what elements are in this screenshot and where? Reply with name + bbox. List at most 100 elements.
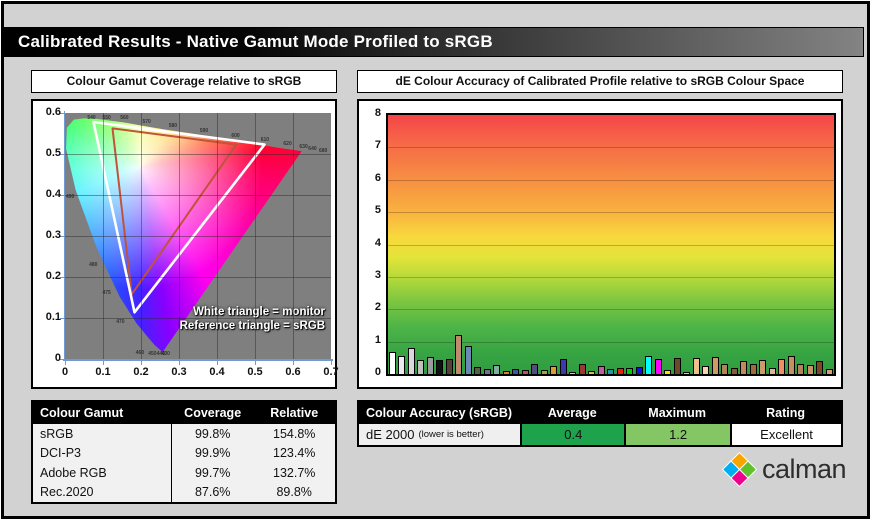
wavelength-label: 640 — [308, 146, 316, 152]
de-bar — [702, 366, 709, 374]
gamut-table-row: Rec.202087.6%89.8% — [33, 483, 335, 503]
gamut-name: Adobe RGB — [33, 463, 172, 483]
gamut-coverage-value: 99.9% — [172, 446, 254, 460]
report-window: Calibrated Results - Native Gamut Mode P… — [1, 1, 870, 519]
gamut-name: Rec.2020 — [33, 483, 172, 503]
accuracy-header-maximum: Maximum — [624, 406, 730, 420]
de-bar — [512, 369, 519, 374]
calman-logo-icon — [720, 450, 758, 488]
cie-x-tick-label: 0 — [51, 366, 79, 378]
de-bar — [731, 368, 738, 374]
de-bar — [436, 360, 443, 374]
wavelength-label: 450 — [148, 351, 156, 357]
cie-gridline — [65, 154, 331, 155]
de-bar — [664, 370, 671, 374]
de-bar — [693, 358, 700, 374]
accuracy-table-header: Colour Accuracy (sRGB) Average Maximum R… — [359, 402, 841, 424]
accuracy-rating-value: Excellent — [730, 424, 841, 445]
de-bar — [408, 348, 415, 374]
de-plot — [386, 113, 836, 376]
accuracy-average-value: 0.4 — [520, 424, 624, 445]
cie-y-axis — [64, 111, 65, 359]
de-bar — [626, 368, 633, 374]
accuracy-metric-label: dE 2000 — [366, 427, 414, 442]
cie-y-tick-label: 0.3 — [35, 229, 61, 241]
de-bar — [588, 371, 595, 374]
de-bar — [417, 360, 424, 374]
wavelength-label: 630 — [299, 144, 307, 150]
accuracy-metric-note: (lower is better) — [418, 429, 483, 440]
de-bar — [427, 357, 434, 374]
de-bar — [446, 359, 453, 374]
de-bar — [797, 364, 804, 374]
de-bar — [503, 371, 510, 374]
cie-chart: White triangle = monitor Reference trian… — [31, 99, 337, 389]
de-y-tick-label: 0 — [365, 366, 381, 378]
gamut-coverage-value: 87.6% — [172, 485, 254, 499]
cie-x-tick — [293, 361, 294, 365]
gamut-table-body: sRGB99.8%154.8%DCI-P399.9%123.4%Adobe RG… — [33, 424, 335, 502]
report-title-bar: Calibrated Results - Native Gamut Mode P… — [4, 27, 864, 57]
de-bar — [560, 359, 567, 374]
cie-y-tick-label: 0.1 — [35, 311, 61, 323]
de-bar — [389, 352, 396, 374]
wavelength-label: 570 — [142, 119, 150, 125]
gamut-relative-value: 89.8% — [253, 485, 335, 499]
accuracy-header-average: Average — [520, 406, 624, 420]
de-gridline — [388, 180, 834, 181]
de-bar — [617, 368, 624, 374]
de-bar — [598, 366, 605, 374]
wavelength-label: 590 — [200, 128, 208, 134]
report-title: Calibrated Results - Native Gamut Mode P… — [18, 32, 493, 51]
cie-x-tick — [331, 361, 332, 365]
de-bar — [769, 368, 776, 374]
cie-x-tick — [179, 361, 180, 365]
accuracy-maximum-value: 1.2 — [624, 424, 730, 445]
de-y-tick-label: 3 — [365, 269, 381, 281]
cie-x-tick-label: 0.1 — [89, 366, 117, 378]
gamut-name: sRGB — [33, 424, 172, 444]
de-bar — [484, 369, 491, 375]
cie-x-tick — [217, 361, 218, 365]
cie-x-tick-label: 0.6 — [279, 366, 307, 378]
de-y-tick-label: 5 — [365, 204, 381, 216]
de-bar — [645, 356, 652, 374]
de-bar — [636, 367, 643, 374]
gamut-table-row: DCI-P399.9%123.4% — [33, 444, 335, 464]
accuracy-table-row: dE 2000 (lower is better) 0.4 1.2 Excell… — [359, 424, 841, 445]
cie-x-tick-label: 0.4 — [203, 366, 231, 378]
de-bar — [550, 366, 557, 374]
de-bar — [759, 360, 766, 374]
wavelength-label: 540 — [87, 115, 95, 121]
de-chart: 012345678 — [357, 99, 843, 389]
de-bar — [398, 356, 405, 374]
cie-legend-reference: Reference triangle = sRGB — [180, 319, 325, 333]
cie-gridline — [65, 318, 331, 319]
cie-gridline — [65, 195, 331, 196]
de-bar — [522, 370, 529, 374]
gamut-header-relative: Relative — [253, 406, 335, 420]
accuracy-panel-title: dE Colour Accuracy of Calibrated Profile… — [357, 70, 843, 93]
cie-gridline — [65, 236, 331, 237]
de-bar — [816, 361, 823, 374]
de-bar — [788, 356, 795, 374]
wavelength-label: 550 — [102, 115, 110, 121]
de-y-tick-label: 2 — [365, 301, 381, 313]
wavelength-label: 470 — [116, 319, 124, 325]
wavelength-label: 475 — [102, 290, 110, 296]
gamut-coverage-value: 99.7% — [172, 466, 254, 480]
gamut-relative-value: 123.4% — [253, 446, 335, 460]
cie-y-tick-label: 0.6 — [35, 106, 61, 118]
de-gridline — [388, 309, 834, 310]
gamut-relative-value: 154.8% — [253, 427, 335, 441]
gamut-table-row: sRGB99.8%154.8% — [33, 424, 335, 444]
wavelength-label: 620 — [283, 141, 291, 147]
de-bar — [807, 365, 814, 374]
wavelength-label: 600 — [231, 133, 239, 139]
cie-y-tick-label: 0.4 — [35, 188, 61, 200]
cie-y-tick-label: 0 — [35, 352, 61, 364]
wavelength-label: 430 — [162, 351, 170, 357]
de-y-tick-label: 8 — [365, 107, 381, 119]
cie-legend-monitor: White triangle = monitor — [180, 305, 325, 319]
wavelength-label: 490 — [66, 194, 74, 200]
